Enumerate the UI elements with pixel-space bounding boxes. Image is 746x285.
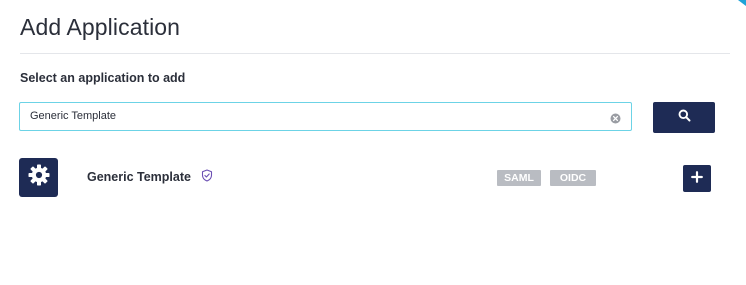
search-label: Select an application to add	[20, 71, 186, 85]
app-logo	[19, 158, 58, 197]
app-name: Generic Template	[87, 170, 191, 184]
plus-icon	[691, 170, 703, 188]
add-application-button[interactable]	[683, 165, 711, 192]
search-input[interactable]	[30, 103, 590, 129]
search-icon	[678, 109, 691, 127]
gear-icon	[27, 163, 51, 192]
protocol-badge-saml: SAML	[497, 170, 541, 186]
shield-check-icon	[201, 169, 213, 182]
title-divider	[20, 53, 730, 54]
page-title: Add Application	[20, 14, 181, 40]
search-field[interactable]	[19, 102, 632, 131]
protocol-badge-oidc: OIDC	[550, 170, 596, 186]
search-button[interactable]	[653, 102, 715, 133]
add-application-page: Add Application Select an application to…	[0, 0, 746, 285]
application-row: Generic Template SAML OIDC	[0, 156, 746, 198]
clear-circle-icon[interactable]	[610, 111, 621, 124]
corner-accent	[738, 0, 746, 6]
